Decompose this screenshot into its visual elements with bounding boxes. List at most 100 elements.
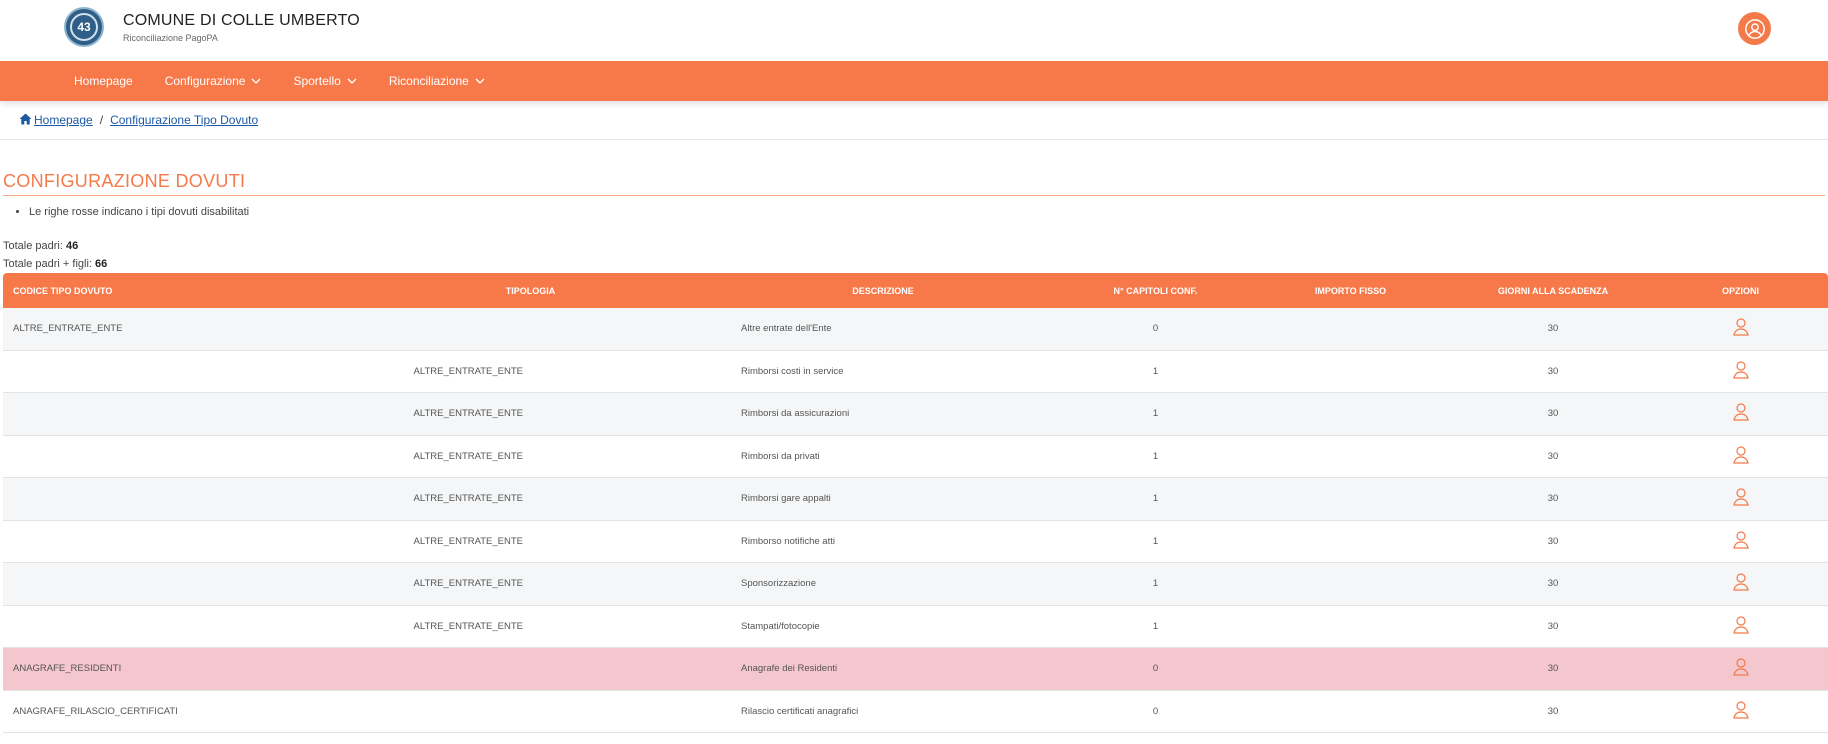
cell-capitoli: 1 [1063,435,1248,478]
table-row[interactable]: ANAGRAFE_RESIDENTI Anagrafe dei Residenti… [3,647,1828,691]
home-icon [19,113,32,125]
table-row[interactable]: ALTRE_ENTRATE_ENTE Rimborso notifiche att… [3,520,1828,563]
table-row[interactable]: ALTRE_ENTRATE_ENTE Rimborsi da privati 1 30 [3,435,1828,478]
cell-capitoli: 1 [1063,477,1248,521]
user-options-icon[interactable] [1732,616,1749,637]
cell-descrizione: Rimborsi gare appalti [703,477,1063,521]
cell-importo [1248,477,1453,521]
cell-opzioni [1653,562,1828,606]
table-row[interactable]: ALTRE_ENTRATE_ENTE Rimborsi da assicurazi… [3,392,1828,436]
table-row[interactable]: ALTRE_ENTRATE_ENTE Stampati/fotocopie 1 30 [3,605,1828,648]
cell-capitoli: 1 [1063,605,1248,648]
col-tipologia[interactable]: TIPOLOGIA [358,273,703,308]
cell-importo [1248,435,1453,478]
cell-descrizione: Sponsorizzazione [703,562,1063,606]
cell-giorni: 30 [1453,647,1653,691]
user-options-icon[interactable] [1732,361,1749,382]
user-options-icon[interactable] [1732,446,1749,467]
cell-giorni: 30 [1453,435,1653,478]
user-options-icon[interactable] [1732,488,1749,509]
nav-label: Riconciliazione [388,74,469,88]
dovuti-table: CODICE TIPO DOVUTO TIPOLOGIA DESCRIZIONE… [3,273,1828,733]
cell-tipologia [358,690,703,733]
municipality-logo[interactable]: 43 [64,7,104,47]
cell-giorni: 30 [1453,690,1653,733]
cell-codice: ANAGRAFE_RESIDENTI [3,647,358,691]
cell-descrizione: Rilascio certificati anagrafici [703,690,1063,733]
col-descrizione[interactable]: DESCRIZIONE [703,273,1063,308]
cell-opzioni [1653,605,1828,648]
breadcrumb-separator: / [99,113,104,127]
cell-opzioni [1653,435,1828,478]
nav-label: Homepage [74,74,133,88]
app-subtitle: Riconciliazione PagoPA [123,33,218,43]
breadcrumb: Homepage / Configurazione Tipo Dovuto [0,101,1828,140]
cell-codice [3,392,358,436]
cell-tipologia: ALTRE_ENTRATE_ENTE [358,435,703,478]
cell-codice [3,435,358,478]
col-giorni[interactable]: GIORNI ALLA SCADENZA [1453,273,1653,308]
table-row[interactable]: ALTRE_ENTRATE_ENTE Sponsorizzazione 1 30 [3,562,1828,606]
cell-importo [1248,308,1453,351]
breadcrumb-home-label: Homepage [34,113,93,127]
table-body: ALTRE_ENTRATE_ENTE Altre entrate dell'Ent… [3,308,1828,733]
table-row[interactable]: ALTRE_ENTRATE_ENTE Rimborsi gare appalti 1… [3,477,1828,521]
cell-opzioni [1653,690,1828,733]
cell-codice [3,520,358,563]
col-importo[interactable]: IMPORTO FISSO [1248,273,1453,308]
breadcrumb-current-link[interactable]: Configurazione Tipo Dovuto [110,113,258,127]
notes-list: Le righe rosse indicano i tipi dovuti di… [3,206,1825,218]
cell-importo [1248,605,1453,648]
cell-codice [3,605,358,648]
brand: COMUNE DI COLLE UMBERTO Riconciliazione … [123,12,360,43]
logo-text: 43 [70,13,98,41]
main-content: CONFIGURAZIONE DOVUTI Le righe rosse ind… [0,171,1828,733]
user-menu-button[interactable] [1738,12,1771,45]
user-options-icon[interactable] [1732,318,1749,339]
breadcrumb-home-link[interactable]: Homepage [19,113,93,127]
app-title: COMUNE DI COLLE UMBERTO [123,12,360,29]
cell-codice: ANAGRAFE_RILASCIO_CERTIFICATI [3,690,358,733]
cell-importo [1248,690,1453,733]
cell-tipologia: ALTRE_ENTRATE_ENTE [358,477,703,521]
chevron-down-icon [475,78,485,84]
totale-padri: Totale padri: 46 [3,237,1825,255]
cell-giorni: 30 [1453,605,1653,648]
table-row[interactable]: ANAGRAFE_RILASCIO_CERTIFICATI Rilascio ce… [3,690,1828,733]
cell-giorni: 30 [1453,477,1653,521]
cell-tipologia: ALTRE_ENTRATE_ENTE [358,562,703,606]
cell-opzioni [1653,392,1828,436]
user-options-icon[interactable] [1732,658,1749,679]
app-header: 43 COMUNE DI COLLE UMBERTO Riconciliazio… [0,0,1828,61]
nav-label: Sportello [293,74,341,88]
col-codice[interactable]: CODICE TIPO DOVUTO [3,273,358,308]
nav-riconciliazione[interactable]: Riconciliazione [389,74,485,88]
nav-configurazione[interactable]: Configurazione [165,74,262,88]
cell-tipologia: ALTRE_ENTRATE_ENTE [358,520,703,563]
cell-descrizione: Rimborsi costi in service [703,350,1063,393]
user-options-icon[interactable] [1732,531,1749,552]
table-row[interactable]: ALTRE_ENTRATE_ENTE Rimborsi costi in serv… [3,350,1828,393]
main-nav: Homepage Configurazione Sportello Riconc… [0,61,1828,101]
chevron-down-icon [251,78,261,84]
cell-descrizione: Stampati/fotocopie [703,605,1063,648]
user-options-icon[interactable] [1732,701,1749,722]
nav-sportello[interactable]: Sportello [293,74,357,88]
cell-codice: ALTRE_ENTRATE_ENTE [3,308,358,351]
cell-descrizione: Rimborso notifiche atti [703,520,1063,563]
cell-giorni: 30 [1453,350,1653,393]
cell-tipologia: ALTRE_ENTRATE_ENTE [358,605,703,648]
totals: Totale padri: 46 Totale padri + figli: 6… [3,237,1825,273]
cell-descrizione: Rimborsi da privati [703,435,1063,478]
nav-homepage[interactable]: Homepage [74,74,133,88]
cell-giorni: 30 [1453,562,1653,606]
cell-capitoli: 0 [1063,647,1248,691]
user-options-icon[interactable] [1732,573,1749,594]
cell-tipologia: ALTRE_ENTRATE_ENTE [358,350,703,393]
table-row[interactable]: ALTRE_ENTRATE_ENTE Altre entrate dell'Ent… [3,308,1828,351]
cell-giorni: 30 [1453,308,1653,351]
user-options-icon[interactable] [1732,403,1749,424]
cell-capitoli: 0 [1063,690,1248,733]
col-capitoli[interactable]: N° CAPITOLI CONF. [1063,273,1248,308]
cell-opzioni [1653,477,1828,521]
